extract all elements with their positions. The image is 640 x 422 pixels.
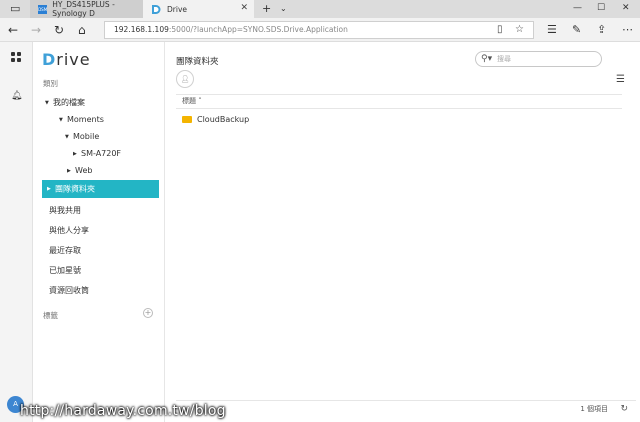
caret-down-icon[interactable]: ▼	[65, 134, 73, 140]
drive-logo: Drive	[42, 50, 91, 69]
minimize-icon[interactable]: —	[573, 3, 582, 13]
favorites-hub-icon[interactable]: ☰	[547, 23, 557, 36]
caret-down-icon[interactable]: ▼	[45, 100, 53, 106]
tree-my-files[interactable]: ▼ 我的檔案	[45, 97, 85, 108]
sidebar-item-shared-with-others[interactable]: 與他人分享	[49, 225, 89, 236]
member-share-icon[interactable]: 👤︎	[176, 70, 194, 88]
column-header-title[interactable]: 標題 ˄	[182, 97, 202, 105]
address-bar: ← → ↻ ⌂ 192.168.1.109:5000/?launchApp=SY…	[0, 18, 640, 42]
sidebar-item-team-folder[interactable]: ▶ 團隊資料夾	[42, 180, 159, 198]
maximize-icon[interactable]: ☐	[597, 3, 605, 13]
more-icon[interactable]: ⋯	[622, 23, 633, 36]
sidebar-item-shared-with-me[interactable]: 與我共用	[49, 205, 81, 216]
share-icon[interactable]: ⇪	[597, 23, 606, 36]
tab-drive[interactable]: Drive ✕	[143, 0, 254, 18]
sidebar-item-recycle-bin[interactable]: 資源回收筒	[49, 285, 89, 296]
app-rail: 🔔︎ A	[0, 42, 33, 422]
tab-title: HY_DS415PLUS - Synology D	[52, 0, 115, 18]
search-icon: ⚲▾	[481, 54, 493, 64]
caret-right-icon[interactable]: ▶	[73, 151, 81, 157]
status-footer: 1 個項目 ↻	[176, 400, 636, 418]
add-label-icon[interactable]: +	[143, 308, 153, 318]
sidebar: Drive 類別 ▼ 我的檔案 ▼ Moments ▼ Mobile ▶ SM-A720…	[33, 42, 165, 422]
url-path: :5000/?launchApp=SYNO.SDS.Drive.Applicat…	[168, 25, 348, 34]
url-field[interactable]: 192.168.1.109:5000/?launchApp=SYNO.SDS.D…	[104, 21, 534, 39]
folder-name: CloudBackup	[197, 115, 250, 124]
apps-grid-icon[interactable]	[11, 52, 21, 62]
sidebar-item-starred[interactable]: 已加星號	[49, 265, 81, 276]
hamburger-menu-icon[interactable]: ☰	[616, 74, 625, 85]
sidebar-item-recent[interactable]: 最近存取	[49, 245, 81, 256]
search-input[interactable]: ⚲▾ 搜尋	[475, 51, 602, 67]
section-labels-label: 標籤	[43, 311, 58, 320]
url-host: 192.168.1.109	[114, 25, 169, 34]
caret-right-icon: ▶	[47, 186, 51, 192]
tree-device[interactable]: ▶ SM-A720F	[73, 149, 121, 158]
reading-view-icon[interactable]: ▯	[497, 24, 503, 35]
browser-tab-bar: ▭ DSM HY_DS415PLUS - Synology D Drive ✕ …	[0, 0, 640, 18]
home-icon[interactable]: ⌂	[78, 23, 86, 37]
tab-manager-icon[interactable]: ▭	[10, 2, 20, 15]
tab-list-chevron-icon[interactable]: ⌄	[280, 4, 287, 13]
forward-icon[interactable]: →	[31, 23, 41, 37]
tree-moments[interactable]: ▼ Moments	[59, 115, 104, 124]
table-header[interactable]: 標題 ˄	[176, 94, 622, 109]
notes-pen-icon[interactable]: ✎	[572, 23, 581, 36]
back-icon[interactable]: ←	[8, 23, 18, 37]
tree-mobile[interactable]: ▼ Mobile	[65, 132, 99, 141]
new-tab-icon[interactable]: +	[262, 2, 271, 15]
section-category-label: 類別	[43, 79, 58, 88]
page-title: 團隊資料夾	[176, 57, 219, 67]
table-row[interactable]: CloudBackup	[176, 110, 622, 130]
refresh-list-icon[interactable]: ↻	[620, 401, 628, 417]
watermark-text: http://hardaway.com.tw/blog	[20, 403, 226, 419]
tree-web[interactable]: ▶ Web	[67, 166, 92, 175]
close-tab-icon[interactable]: ✕	[240, 3, 248, 13]
drive-favicon-icon	[151, 4, 162, 14]
bell-icon[interactable]: 🔔︎	[11, 91, 22, 101]
item-count: 1 個項目	[580, 405, 608, 413]
tab-synology[interactable]: DSM HY_DS415PLUS - Synology D	[30, 0, 143, 18]
favorite-star-icon[interactable]: ☆	[515, 24, 524, 35]
caret-right-icon[interactable]: ▶	[67, 168, 75, 174]
main-panel: 團隊資料夾 ⚲▾ 搜尋 ☰ 👤︎ 標題 ˄ CloudBackup 1 個項目 …	[165, 42, 640, 422]
close-window-icon[interactable]: ✕	[622, 3, 630, 13]
search-placeholder: 搜尋	[497, 55, 511, 63]
tab-title: Drive	[167, 4, 187, 14]
folder-icon	[182, 116, 192, 123]
synology-favicon-icon: DSM	[38, 4, 48, 14]
refresh-icon[interactable]: ↻	[54, 23, 64, 37]
caret-down-icon[interactable]: ▼	[59, 117, 67, 123]
